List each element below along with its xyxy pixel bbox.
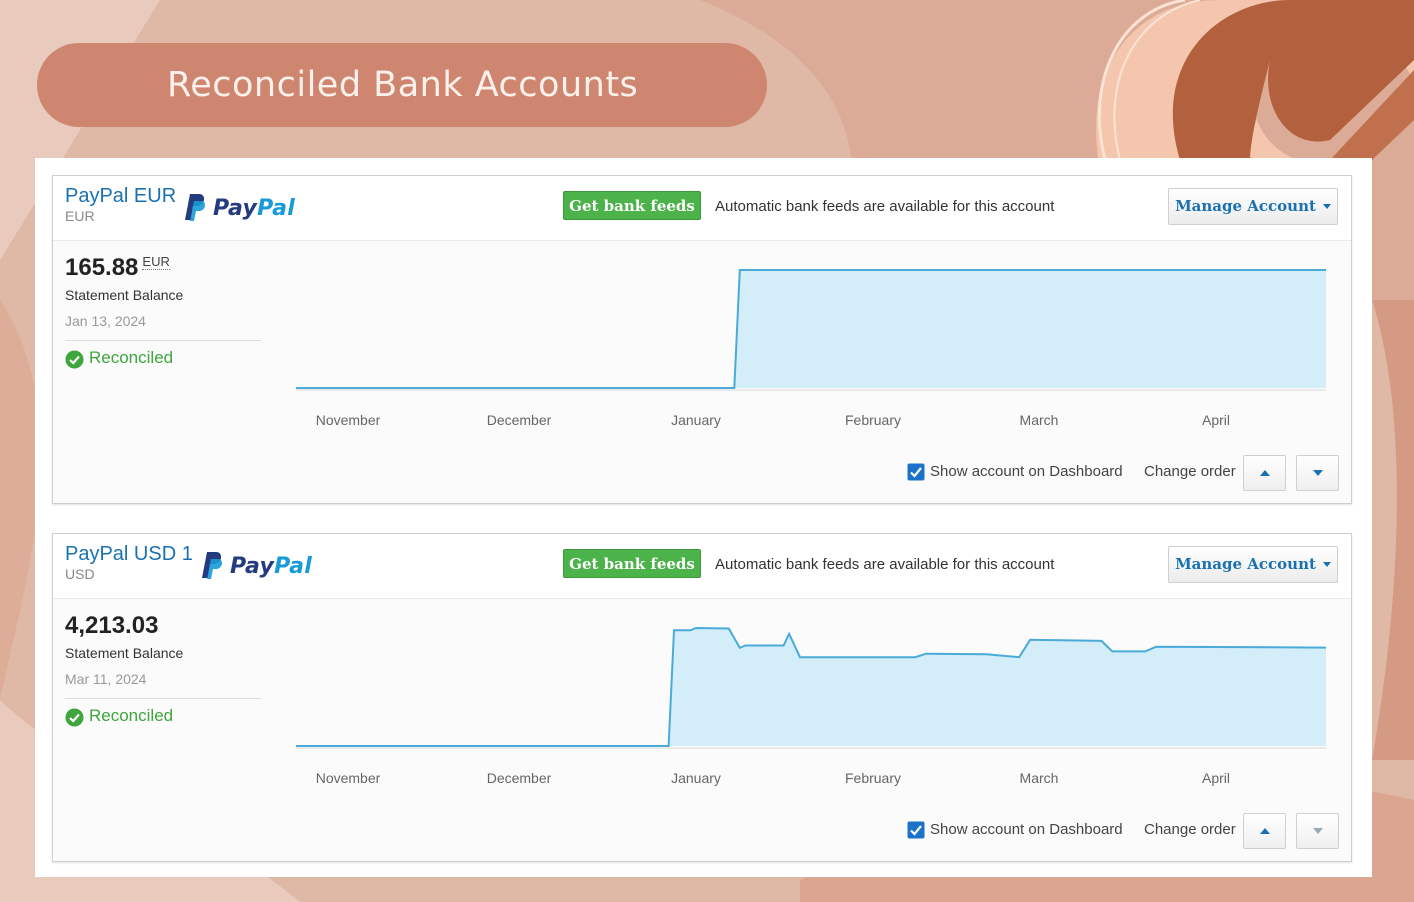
balance-chart: [296, 626, 1326, 749]
statement-balance-label: Statement Balance: [65, 645, 184, 661]
paypal-word-pal: Pal: [274, 554, 313, 579]
account-header: PayPal USD 1 USD PayPal Get bank feeds A…: [53, 534, 1351, 599]
show-on-dashboard-label[interactable]: Show account on Dashboard: [930, 463, 1123, 480]
manage-account-button[interactable]: Manage Account: [1168, 188, 1338, 225]
show-on-dashboard-label[interactable]: Show account on Dashboard: [930, 821, 1123, 838]
x-tick-label: January: [671, 770, 721, 786]
x-tick-label: January: [671, 412, 721, 428]
caret-down-icon: [1313, 828, 1323, 834]
show-on-dashboard-checkbox[interactable]: [907, 463, 925, 481]
caret-up-icon: [1260, 470, 1270, 476]
paypal-p-icon: [185, 194, 206, 221]
account-panel-paypal-eur: PayPal EUR EUR PayPal Get bank feeds Aut…: [52, 175, 1352, 504]
statement-balance: 4,213.03: [65, 612, 158, 640]
change-order-label: Change order: [1144, 821, 1236, 838]
move-up-button[interactable]: [1243, 813, 1286, 849]
statement-balance: 165.88 EUR: [65, 254, 170, 282]
paypal-p-icon: [202, 552, 223, 579]
divider: [65, 340, 261, 341]
x-tick-label: April: [1201, 412, 1231, 428]
page-title: Reconciled Bank Accounts: [167, 65, 639, 105]
x-tick-label: February: [844, 770, 902, 786]
x-tick-label: November: [315, 770, 381, 786]
account-currency: EUR: [65, 208, 95, 224]
x-tick-label: March: [1019, 412, 1059, 428]
statement-balance-label: Statement Balance: [65, 287, 184, 303]
divider: [65, 698, 261, 699]
balance-chart: [296, 269, 1326, 391]
bank-feeds-note: Automatic bank feeds are available for t…: [715, 198, 1055, 215]
x-tick-label: March: [1019, 770, 1059, 786]
x-tick-label: December: [486, 412, 552, 428]
check-circle-icon: [65, 708, 84, 727]
account-name-link[interactable]: PayPal EUR: [65, 185, 176, 208]
paypal-word-pay: Pay: [213, 196, 258, 221]
balance-area: [296, 270, 1326, 388]
account-currency: USD: [65, 566, 95, 582]
caret-up-icon: [1260, 828, 1270, 834]
x-tick-label: December: [486, 770, 552, 786]
caret-down-icon: [1322, 562, 1331, 567]
reconciled-label: Reconciled: [89, 348, 174, 367]
bank-feeds-note: Automatic bank feeds are available for t…: [715, 556, 1055, 573]
move-down-button[interactable]: [1296, 813, 1339, 849]
account-header: PayPal EUR EUR PayPal Get bank feeds Aut…: [53, 176, 1351, 241]
account-name-link[interactable]: PayPal USD 1: [65, 543, 193, 566]
check-circle-icon: [65, 350, 84, 369]
x-tick-label: April: [1201, 770, 1231, 786]
paypal-word-pay: Pay: [230, 554, 275, 579]
reconciled-label: Reconciled: [89, 706, 174, 725]
show-on-dashboard-checkbox[interactable]: [907, 821, 925, 839]
balance-amount: 4,213.03: [65, 612, 159, 639]
x-tick-label: November: [315, 412, 381, 428]
x-tick-label: February: [844, 412, 902, 428]
manage-account-label: Manage Account: [1175, 197, 1316, 215]
change-order-label: Change order: [1144, 463, 1236, 480]
paypal-word-pal: Pal: [257, 196, 296, 221]
balance-amount: 165.88: [65, 254, 139, 281]
caret-down-icon: [1322, 204, 1331, 209]
balance-area: [296, 628, 1326, 746]
statement-date: Mar 11, 2024: [65, 671, 147, 687]
statement-date: Jan 13, 2024: [65, 313, 146, 329]
account-panel-paypal-usd-1: PayPal USD 1 USD PayPal Get bank feeds A…: [52, 533, 1352, 862]
move-up-button[interactable]: [1243, 455, 1286, 491]
get-bank-feeds-button[interactable]: Get bank feeds: [563, 191, 701, 220]
get-bank-feeds-button[interactable]: Get bank feeds: [563, 549, 701, 578]
move-down-button[interactable]: [1296, 455, 1339, 491]
page-title-pill: Reconciled Bank Accounts: [37, 43, 767, 127]
manage-account-label: Manage Account: [1175, 555, 1316, 573]
balance-currency: EUR: [142, 254, 170, 270]
accounts-frame: PayPal EUR EUR PayPal Get bank feeds Aut…: [35, 158, 1372, 877]
manage-account-button[interactable]: Manage Account: [1168, 546, 1338, 583]
caret-down-icon: [1313, 470, 1323, 476]
